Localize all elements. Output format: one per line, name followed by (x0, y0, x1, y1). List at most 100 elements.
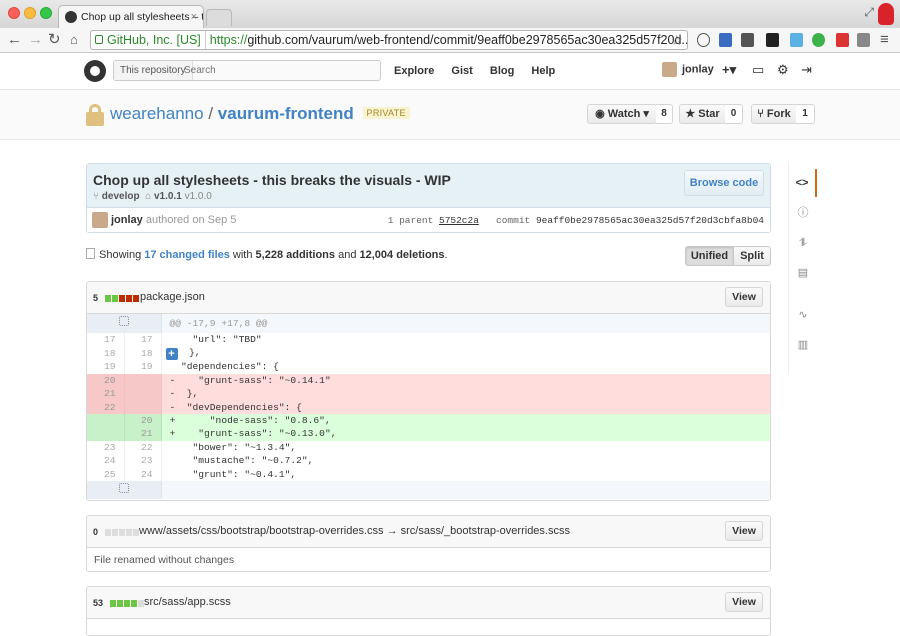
window-maximize-button[interactable] (40, 7, 52, 19)
nav-gist[interactable]: Gist (451, 65, 472, 77)
home-icon[interactable]: ⌂ (70, 31, 78, 49)
bookmark-star-icon[interactable]: ☆ (670, 31, 683, 49)
old-line-number[interactable]: 24 (87, 454, 125, 468)
evernote-extension-icon[interactable] (812, 33, 825, 47)
old-line-number[interactable]: 18 (87, 346, 125, 361)
wiki-icon[interactable]: ▤ (789, 259, 817, 287)
window-close-button[interactable] (8, 7, 20, 19)
search-box[interactable]: This repository (113, 60, 381, 81)
old-line-number[interactable]: 19 (87, 360, 125, 374)
sign-out-icon[interactable]: ⇥ (801, 62, 812, 78)
expand-up-icon[interactable] (87, 314, 162, 333)
author-avatar[interactable] (92, 212, 108, 228)
file-name[interactable]: package.json (140, 291, 205, 303)
branch-name[interactable]: develop (102, 191, 140, 202)
menu-icon[interactable]: ≡ (880, 31, 889, 49)
changed-files-link[interactable]: 17 changed files (144, 249, 230, 261)
new-line-number[interactable] (124, 373, 162, 388)
watch-count[interactable]: 8 (656, 104, 673, 124)
reload-icon[interactable]: ↻ (48, 31, 61, 49)
repo-owner-link[interactable]: wearehanno (110, 104, 204, 123)
buffer-extension-icon[interactable] (766, 33, 779, 47)
lastpass-extension-icon[interactable] (719, 33, 732, 47)
browser-tab[interactable]: Chop up all stylesheets – t × (58, 5, 204, 28)
browse-code-button[interactable]: Browse code (684, 170, 764, 196)
tools-extension-icon[interactable] (857, 33, 870, 47)
repo-title: wearehanno / vaurum-frontend PRIVATE (110, 104, 410, 124)
new-line-number[interactable] (124, 400, 162, 415)
github-favicon-icon (65, 11, 77, 23)
code-icon[interactable]: <> (789, 169, 817, 197)
fork-button[interactable]: ⑂ Fork (751, 104, 797, 124)
add-line-comment-icon[interactable]: + (165, 348, 178, 361)
watch-button[interactable]: ◉ Watch ▾ (587, 104, 657, 124)
old-line-number[interactable]: 17 (87, 333, 125, 347)
profile-icon[interactable] (878, 3, 894, 25)
tag-name-extra[interactable]: v1.0.0 (185, 191, 212, 202)
old-line-number[interactable]: 22 (87, 400, 125, 415)
tag-name[interactable]: v1.0.1 (154, 191, 182, 202)
old-line-number[interactable] (87, 414, 125, 428)
window-minimize-button[interactable] (24, 7, 36, 19)
fork-count[interactable]: 1 (796, 104, 815, 124)
repo-name-link[interactable]: vaurum-frontend (218, 104, 354, 123)
forward-icon[interactable]: → (28, 31, 43, 49)
author-link[interactable]: jonlay (111, 214, 143, 226)
pull-requests-icon[interactable]: ⥮ (789, 229, 817, 257)
nav-explore[interactable]: Explore (394, 65, 434, 77)
info-extension-icon[interactable] (697, 33, 710, 47)
new-line-number[interactable] (124, 387, 162, 401)
old-line-number[interactable]: 20 (87, 373, 125, 388)
commit-author: jonlay authored on Sep 5 (111, 214, 237, 226)
notifications-icon[interactable]: ▭ (752, 62, 764, 78)
new-line-number[interactable]: 21 (124, 427, 162, 441)
gmail-extension-icon[interactable] (836, 33, 849, 47)
settings-gear-icon[interactable]: ⚙ (777, 62, 789, 78)
search-input[interactable] (184, 63, 374, 78)
address-bar[interactable]: GitHub, Inc. [US] https://github.com/vaur… (90, 30, 688, 50)
new-line-number[interactable]: 20 (124, 414, 162, 428)
new-line-number[interactable]: 24 (124, 467, 162, 482)
old-line-number[interactable]: 21 (87, 387, 125, 401)
expand-down-icon[interactable] (87, 481, 162, 500)
readability-extension-icon[interactable] (790, 33, 803, 47)
pocket-extension-icon[interactable] (741, 33, 754, 47)
octocat-logo-icon[interactable] (84, 60, 106, 82)
old-line-number[interactable]: 25 (87, 467, 125, 482)
pulse-icon[interactable]: ∿ (789, 301, 817, 329)
new-line-number[interactable]: 22 (124, 440, 162, 455)
url-path: github.com/vaurum/web-frontend/commit/9e… (247, 33, 688, 47)
nav-help[interactable]: Help (531, 65, 555, 77)
ev-certificate-badge[interactable]: GitHub, Inc. [US] (91, 31, 206, 49)
unified-view-button[interactable]: Unified (685, 246, 734, 266)
new-line-number[interactable]: 19 (124, 360, 162, 374)
star-button[interactable]: ★ Star (679, 104, 726, 124)
view-file-button[interactable]: View (725, 287, 763, 307)
tab-close-icon[interactable]: × (191, 6, 197, 28)
old-line-number[interactable] (87, 427, 125, 441)
new-line-number[interactable]: 18 (124, 346, 162, 361)
view-file-button[interactable]: View (725, 592, 763, 612)
graphs-icon[interactable]: ▥ (789, 331, 817, 359)
create-new-icon[interactable]: +▾ (722, 62, 736, 78)
new-line-number[interactable]: 17 (124, 333, 162, 347)
repo-header: wearehanno / vaurum-frontend PRIVATE ◉ W… (0, 90, 900, 140)
new-tab-button[interactable] (206, 9, 232, 26)
fullscreen-icon[interactable]: ⤢ (864, 5, 874, 20)
file-name[interactable]: src/sass/app.scss (144, 596, 231, 608)
star-count[interactable]: 0 (725, 104, 743, 124)
issues-icon[interactable]: ⓘ (789, 199, 817, 227)
old-line-number[interactable]: 23 (87, 440, 125, 455)
avatar (662, 62, 677, 77)
view-file-button[interactable]: View (725, 521, 763, 541)
back-icon[interactable]: ← (7, 31, 22, 49)
file-name[interactable]: www/assets/css/bootstrap/bootstrap-overr… (139, 525, 570, 537)
diff-stat: 53 (93, 598, 145, 609)
nav-blog[interactable]: Blog (490, 65, 514, 77)
user-menu[interactable]: jonlay (662, 62, 714, 77)
parent-sha-link[interactable]: 5752c2a (439, 215, 479, 226)
split-view-button[interactable]: Split (733, 246, 771, 266)
new-line-number[interactable]: 23 (124, 454, 162, 468)
hunk-range: @@ -17,9 +17,8 @@ (161, 314, 770, 333)
line-code: "mustache": "~0.7.2", (169, 455, 314, 467)
